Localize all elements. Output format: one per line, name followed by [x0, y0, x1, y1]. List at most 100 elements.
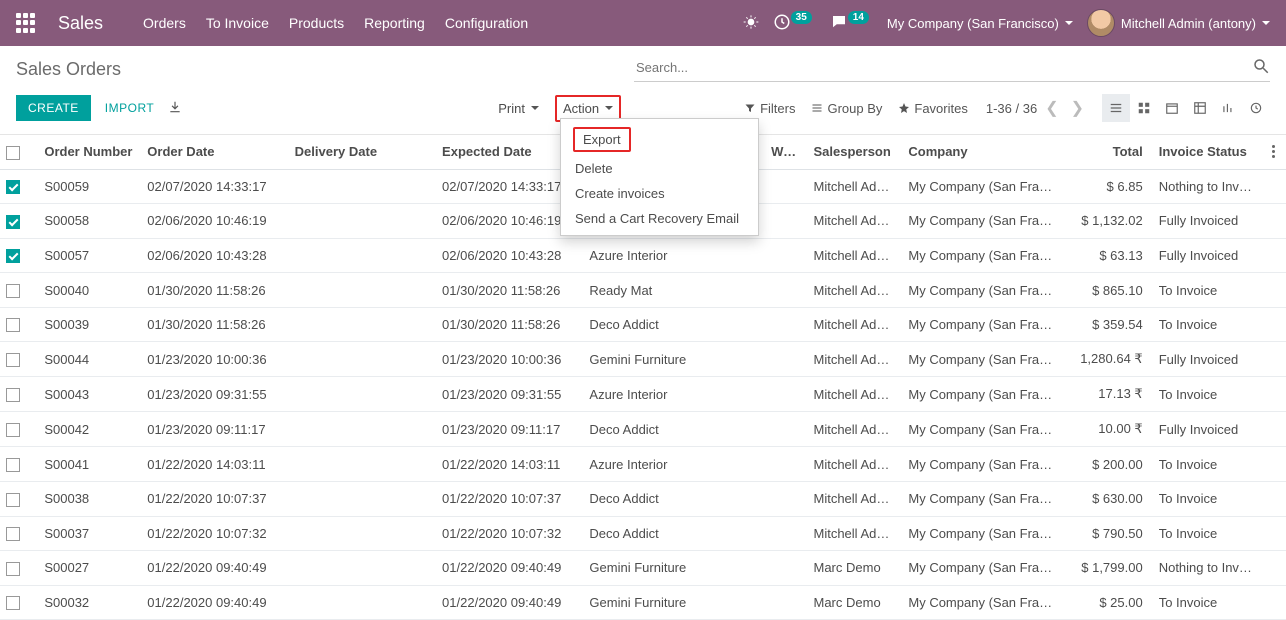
apps-icon[interactable] — [16, 13, 36, 33]
cell-website — [765, 447, 807, 482]
import-button[interactable]: IMPORT — [105, 101, 154, 115]
row-checkbox[interactable] — [0, 307, 38, 342]
debug-icon[interactable] — [743, 14, 759, 33]
action-send-cart-email[interactable]: Send a Cart Recovery Email — [561, 206, 758, 231]
cell-company: My Company (San Fran... — [902, 307, 1061, 342]
cell-delivery-date — [289, 585, 436, 620]
row-checkbox[interactable] — [0, 447, 38, 482]
row-checkbox[interactable] — [0, 238, 38, 273]
cell-delivery-date — [289, 516, 436, 551]
table-row[interactable]: S0005702/06/2020 10:43:2802/06/2020 10:4… — [0, 238, 1286, 273]
cell-website — [765, 481, 807, 516]
header-total[interactable]: Total — [1062, 135, 1153, 169]
filters-label: Filters — [760, 101, 795, 116]
view-list-button[interactable] — [1102, 94, 1130, 122]
menu-reporting[interactable]: Reporting — [364, 15, 425, 31]
action-delete[interactable]: Delete — [561, 156, 758, 181]
row-checkbox[interactable] — [0, 585, 38, 620]
table-row[interactable]: S0003701/22/2020 10:07:3201/22/2020 10:0… — [0, 516, 1286, 551]
groupby-button[interactable]: Group By — [811, 101, 886, 116]
cell-website — [765, 516, 807, 551]
pager-next[interactable]: ❯ — [1067, 98, 1088, 118]
cell-salesperson: Mitchell Admin — [808, 238, 903, 273]
table-row[interactable]: S0004301/23/2020 09:31:5501/23/2020 09:3… — [0, 377, 1286, 412]
table-row[interactable]: S0003201/22/2020 09:40:4901/22/2020 09:4… — [0, 585, 1286, 620]
cell-invoice-status: Fully Invoiced — [1153, 204, 1262, 239]
header-checkbox[interactable] — [0, 135, 38, 169]
pager-prev[interactable]: ❮ — [1041, 98, 1062, 118]
cell-order-number: S00041 — [38, 447, 141, 482]
pager-range[interactable]: 1-36 / 36 — [986, 101, 1037, 116]
row-checkbox[interactable] — [0, 273, 38, 308]
cell-delivery-date — [289, 273, 436, 308]
table-row[interactable]: S0004201/23/2020 09:11:1701/23/2020 09:1… — [0, 412, 1286, 447]
action-create-invoices[interactable]: Create invoices — [561, 181, 758, 206]
search-input[interactable] — [634, 56, 1252, 79]
menu-to-invoice[interactable]: To Invoice — [206, 15, 269, 31]
row-checkbox[interactable] — [0, 169, 38, 204]
cell-order-number: S00042 — [38, 412, 141, 447]
cell-order-date: 01/30/2020 11:58:26 — [141, 307, 288, 342]
header-order-number[interactable]: Order Number — [38, 135, 141, 169]
row-checkbox[interactable] — [0, 516, 38, 551]
table-row[interactable]: S0003901/30/2020 11:58:2601/30/2020 11:5… — [0, 307, 1286, 342]
table-row[interactable]: S0003801/22/2020 10:07:3701/22/2020 10:0… — [0, 481, 1286, 516]
table-row[interactable]: S0002701/22/2020 09:40:4901/22/2020 09:4… — [0, 551, 1286, 586]
header-website[interactable]: Website — [765, 135, 807, 169]
cell-website — [765, 551, 807, 586]
view-activity-button[interactable] — [1242, 94, 1270, 122]
cell-invoice-status: To Invoice — [1153, 516, 1262, 551]
row-checkbox[interactable] — [0, 412, 38, 447]
create-button[interactable]: CREATE — [16, 95, 91, 121]
top-menu: Orders To Invoice Products Reporting Con… — [143, 15, 528, 31]
cell-website — [765, 585, 807, 620]
view-kanban-button[interactable] — [1130, 94, 1158, 122]
row-checkbox[interactable] — [0, 377, 38, 412]
header-delivery-date[interactable]: Delivery Date — [289, 135, 436, 169]
cell-company: My Company (San Fran... — [902, 481, 1061, 516]
caret-down-icon — [1065, 21, 1073, 25]
cell-order-number: S00043 — [38, 377, 141, 412]
cell-order-number: S00059 — [38, 169, 141, 204]
messaging-button[interactable]: 14 — [830, 13, 873, 34]
menu-configuration[interactable]: Configuration — [445, 15, 528, 31]
table-row[interactable]: S0004001/30/2020 11:58:2601/30/2020 11:5… — [0, 273, 1286, 308]
cell-order-number: S00040 — [38, 273, 141, 308]
search-icon[interactable] — [1252, 57, 1270, 78]
header-order-date[interactable]: Order Date — [141, 135, 288, 169]
top-nav: Sales Orders To Invoice Products Reporti… — [0, 0, 1286, 46]
app-name[interactable]: Sales — [58, 13, 103, 34]
cell-website — [765, 169, 807, 204]
cell-blank — [1262, 169, 1286, 204]
view-pivot-button[interactable] — [1186, 94, 1214, 122]
view-graph-button[interactable] — [1214, 94, 1242, 122]
favorites-button[interactable]: Favorites — [898, 101, 971, 116]
print-label: Print — [498, 101, 525, 116]
cell-order-date: 01/22/2020 10:07:37 — [141, 481, 288, 516]
row-checkbox[interactable] — [0, 342, 38, 377]
menu-orders[interactable]: Orders — [143, 15, 186, 31]
cell-expected-date: 01/22/2020 14:03:11 — [436, 447, 583, 482]
row-checkbox[interactable] — [0, 551, 38, 586]
user-menu[interactable]: Mitchell Admin (antony) — [1087, 9, 1270, 37]
menu-products[interactable]: Products — [289, 15, 344, 31]
header-invoice-status[interactable]: Invoice Status — [1153, 135, 1262, 169]
user-name: Mitchell Admin (antony) — [1121, 16, 1256, 31]
activities-button[interactable]: 35 — [773, 13, 816, 34]
header-optional[interactable] — [1262, 135, 1286, 169]
header-salesperson[interactable]: Salesperson — [808, 135, 903, 169]
cell-website — [765, 204, 807, 239]
header-company[interactable]: Company — [902, 135, 1061, 169]
print-button[interactable]: Print — [492, 97, 545, 120]
cell-salesperson: Mitchell Admin — [808, 169, 903, 204]
table-row[interactable]: S0004401/23/2020 10:00:3601/23/2020 10:0… — [0, 342, 1286, 377]
download-icon[interactable] — [168, 100, 182, 117]
row-checkbox[interactable] — [0, 204, 38, 239]
cell-salesperson: Mitchell Admin — [808, 273, 903, 308]
table-row[interactable]: S0004101/22/2020 14:03:1101/22/2020 14:0… — [0, 447, 1286, 482]
view-calendar-button[interactable] — [1158, 94, 1186, 122]
company-switcher[interactable]: My Company (San Francisco) — [887, 16, 1073, 31]
row-checkbox[interactable] — [0, 481, 38, 516]
filters-button[interactable]: Filters — [744, 101, 799, 116]
action-export[interactable]: Export — [573, 127, 631, 152]
